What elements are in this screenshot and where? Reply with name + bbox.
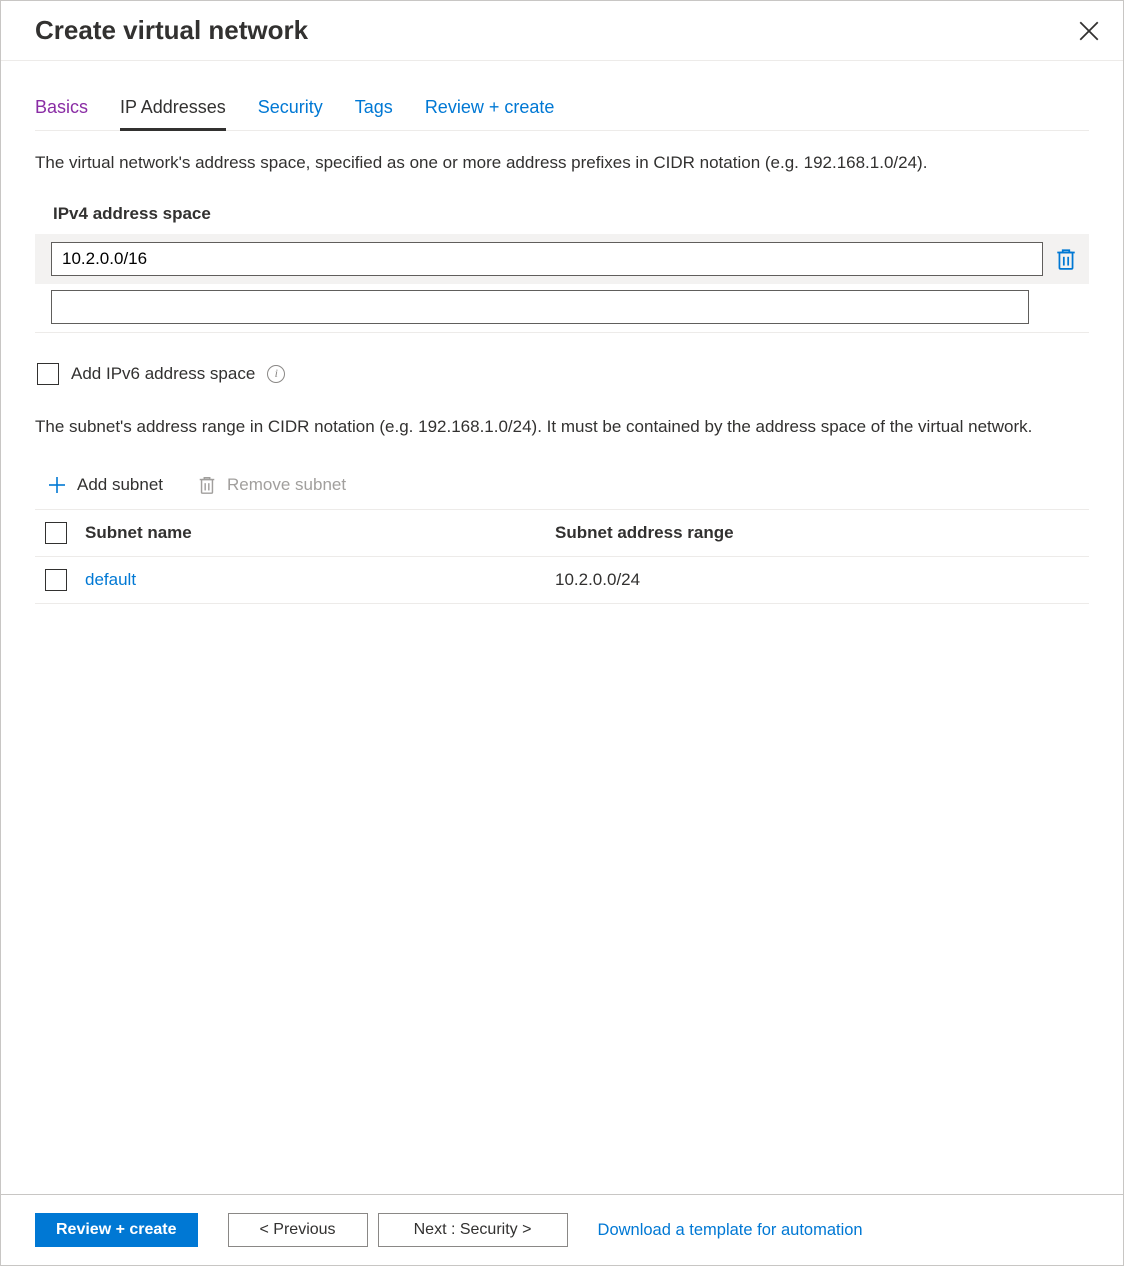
subnet-intro-text: The subnet's address range in CIDR notat… — [35, 415, 1089, 440]
panel-body: Basics IP Addresses Security Tags Review… — [1, 61, 1123, 1194]
panel-footer: Review + create < Previous Next : Securi… — [1, 1194, 1123, 1265]
trash-icon — [197, 475, 217, 495]
remove-subnet-button: Remove subnet — [197, 475, 346, 495]
panel-title: Create virtual network — [35, 15, 308, 46]
ipv6-row: Add IPv6 address space i — [35, 363, 1089, 385]
subnet-name-link[interactable]: default — [85, 570, 136, 589]
ipv4-intro-text: The virtual network's address space, spe… — [35, 151, 1089, 176]
ipv6-label: Add IPv6 address space — [71, 364, 255, 384]
tab-security[interactable]: Security — [258, 93, 323, 131]
ipv4-section-label: IPv4 address space — [53, 204, 1089, 224]
ipv4-address-row — [35, 234, 1089, 284]
subnet-range-cell: 10.2.0.0/24 — [555, 570, 1085, 590]
table-row: default 10.2.0.0/24 — [35, 557, 1089, 604]
create-vnet-panel: Create virtual network Basics IP Address… — [0, 0, 1124, 1266]
col-header-name: Subnet name — [85, 523, 555, 543]
ipv6-checkbox[interactable] — [37, 363, 59, 385]
next-button[interactable]: Next : Security > — [378, 1213, 568, 1247]
subnet-table-header: Subnet name Subnet address range — [35, 509, 1089, 557]
tab-review[interactable]: Review + create — [425, 93, 555, 131]
trash-icon[interactable] — [1055, 247, 1077, 271]
ipv4-address-input[interactable] — [51, 242, 1043, 276]
tab-basics[interactable]: Basics — [35, 93, 88, 131]
row-checkbox[interactable] — [45, 569, 67, 591]
ipv4-address-input-extra[interactable] — [51, 290, 1029, 324]
previous-button[interactable]: < Previous — [228, 1213, 368, 1247]
add-subnet-label: Add subnet — [77, 475, 163, 495]
close-icon[interactable] — [1079, 21, 1099, 41]
add-subnet-button[interactable]: Add subnet — [47, 475, 163, 495]
info-icon[interactable]: i — [267, 365, 285, 383]
col-header-range: Subnet address range — [555, 523, 1085, 543]
subnet-toolbar: Add subnet Remove subnet — [35, 475, 1089, 495]
remove-subnet-label: Remove subnet — [227, 475, 346, 495]
subnet-table: Subnet name Subnet address range default… — [35, 509, 1089, 604]
tab-tags[interactable]: Tags — [355, 93, 393, 131]
plus-icon — [47, 475, 67, 495]
panel-header: Create virtual network — [1, 1, 1123, 61]
download-template-link[interactable]: Download a template for automation — [598, 1221, 863, 1240]
review-create-button[interactable]: Review + create — [35, 1213, 198, 1247]
select-all-checkbox[interactable] — [45, 522, 67, 544]
tab-ip-addresses[interactable]: IP Addresses — [120, 93, 226, 131]
divider — [35, 332, 1089, 333]
tabs: Basics IP Addresses Security Tags Review… — [35, 93, 1089, 131]
